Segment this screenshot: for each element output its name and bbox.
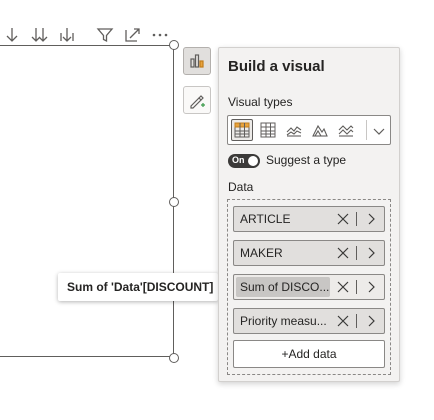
suggest-type-toggle[interactable]: On [228, 154, 260, 168]
data-section-label: Data [228, 180, 254, 194]
field-label: ARTICLE [240, 212, 291, 226]
drill-down-icon[interactable] [57, 25, 77, 45]
visual-type-line-chart[interactable] [283, 119, 305, 141]
visual-type-stacked-area[interactable] [335, 119, 357, 141]
remove-field-icon[interactable] [336, 314, 350, 328]
chevron-right-icon[interactable] [365, 246, 377, 260]
expand-gallery-chevron-icon[interactable] [372, 123, 386, 137]
field-divider [356, 314, 357, 328]
matrix-icon [234, 122, 250, 138]
line-chart-icon [286, 126, 302, 137]
stacked-area-icon [338, 125, 354, 137]
visual-type-area-chart[interactable] [309, 119, 331, 141]
field-maker[interactable]: MAKER [233, 240, 385, 266]
data-field-well: ARTICLE MAKER Sum of DISCO... Priority m… [227, 199, 391, 375]
selected-visual-frame[interactable] [0, 45, 174, 357]
remove-field-icon[interactable] [336, 280, 350, 294]
table-icon [260, 122, 276, 138]
visual-types-label: Visual types [228, 95, 293, 109]
toggle-knob [248, 156, 258, 166]
field-label: Sum of DISCO... [236, 277, 330, 297]
remove-field-icon[interactable] [336, 246, 350, 260]
field-divider [356, 280, 357, 294]
field-article[interactable]: ARTICLE [233, 206, 385, 232]
suggest-type-label: Suggest a type [266, 153, 347, 167]
field-divider [356, 212, 357, 226]
field-label: Priority measu... [240, 314, 327, 328]
visual-types-gallery [227, 115, 391, 145]
field-divider [356, 246, 357, 260]
chevron-right-icon[interactable] [365, 280, 377, 294]
resize-handle-right[interactable] [169, 197, 179, 207]
filter-icon[interactable] [95, 25, 115, 45]
format-visual-button[interactable] [183, 86, 211, 114]
chevron-right-icon[interactable] [365, 314, 377, 328]
tooltip-text: Sum of 'Data'[DISCOUNT] [67, 280, 214, 294]
remove-field-icon[interactable] [336, 212, 350, 226]
add-data-button[interactable]: +Add data [233, 340, 385, 368]
resize-handle-top-right[interactable] [169, 40, 179, 50]
resize-handle-bottom-right[interactable] [169, 353, 179, 363]
visual-type-table[interactable] [257, 119, 279, 141]
pane-title: Build a visual [228, 58, 325, 75]
field-priority-measure[interactable]: Priority measu... [233, 308, 385, 334]
focus-mode-icon[interactable] [123, 25, 143, 45]
build-visual-pane: Build a visual Visual types On Suggest a… [218, 47, 400, 382]
sort-descending-icon[interactable] [2, 25, 22, 45]
build-visual-icon [190, 54, 204, 68]
expand-all-down-icon[interactable] [29, 25, 49, 45]
gallery-divider [366, 120, 367, 140]
chevron-right-icon[interactable] [365, 212, 377, 226]
toggle-state-text: On [232, 155, 245, 165]
field-label: MAKER [240, 246, 283, 260]
format-paintbrush-icon [190, 95, 205, 109]
build-visual-button[interactable] [183, 47, 211, 75]
tooltip: Sum of 'Data'[DISCOUNT] [58, 273, 218, 301]
visual-type-matrix[interactable] [231, 119, 253, 141]
field-sum-of-discount[interactable]: Sum of DISCO... [233, 274, 385, 300]
area-chart-icon [312, 124, 328, 137]
more-options-icon[interactable] [150, 25, 170, 45]
